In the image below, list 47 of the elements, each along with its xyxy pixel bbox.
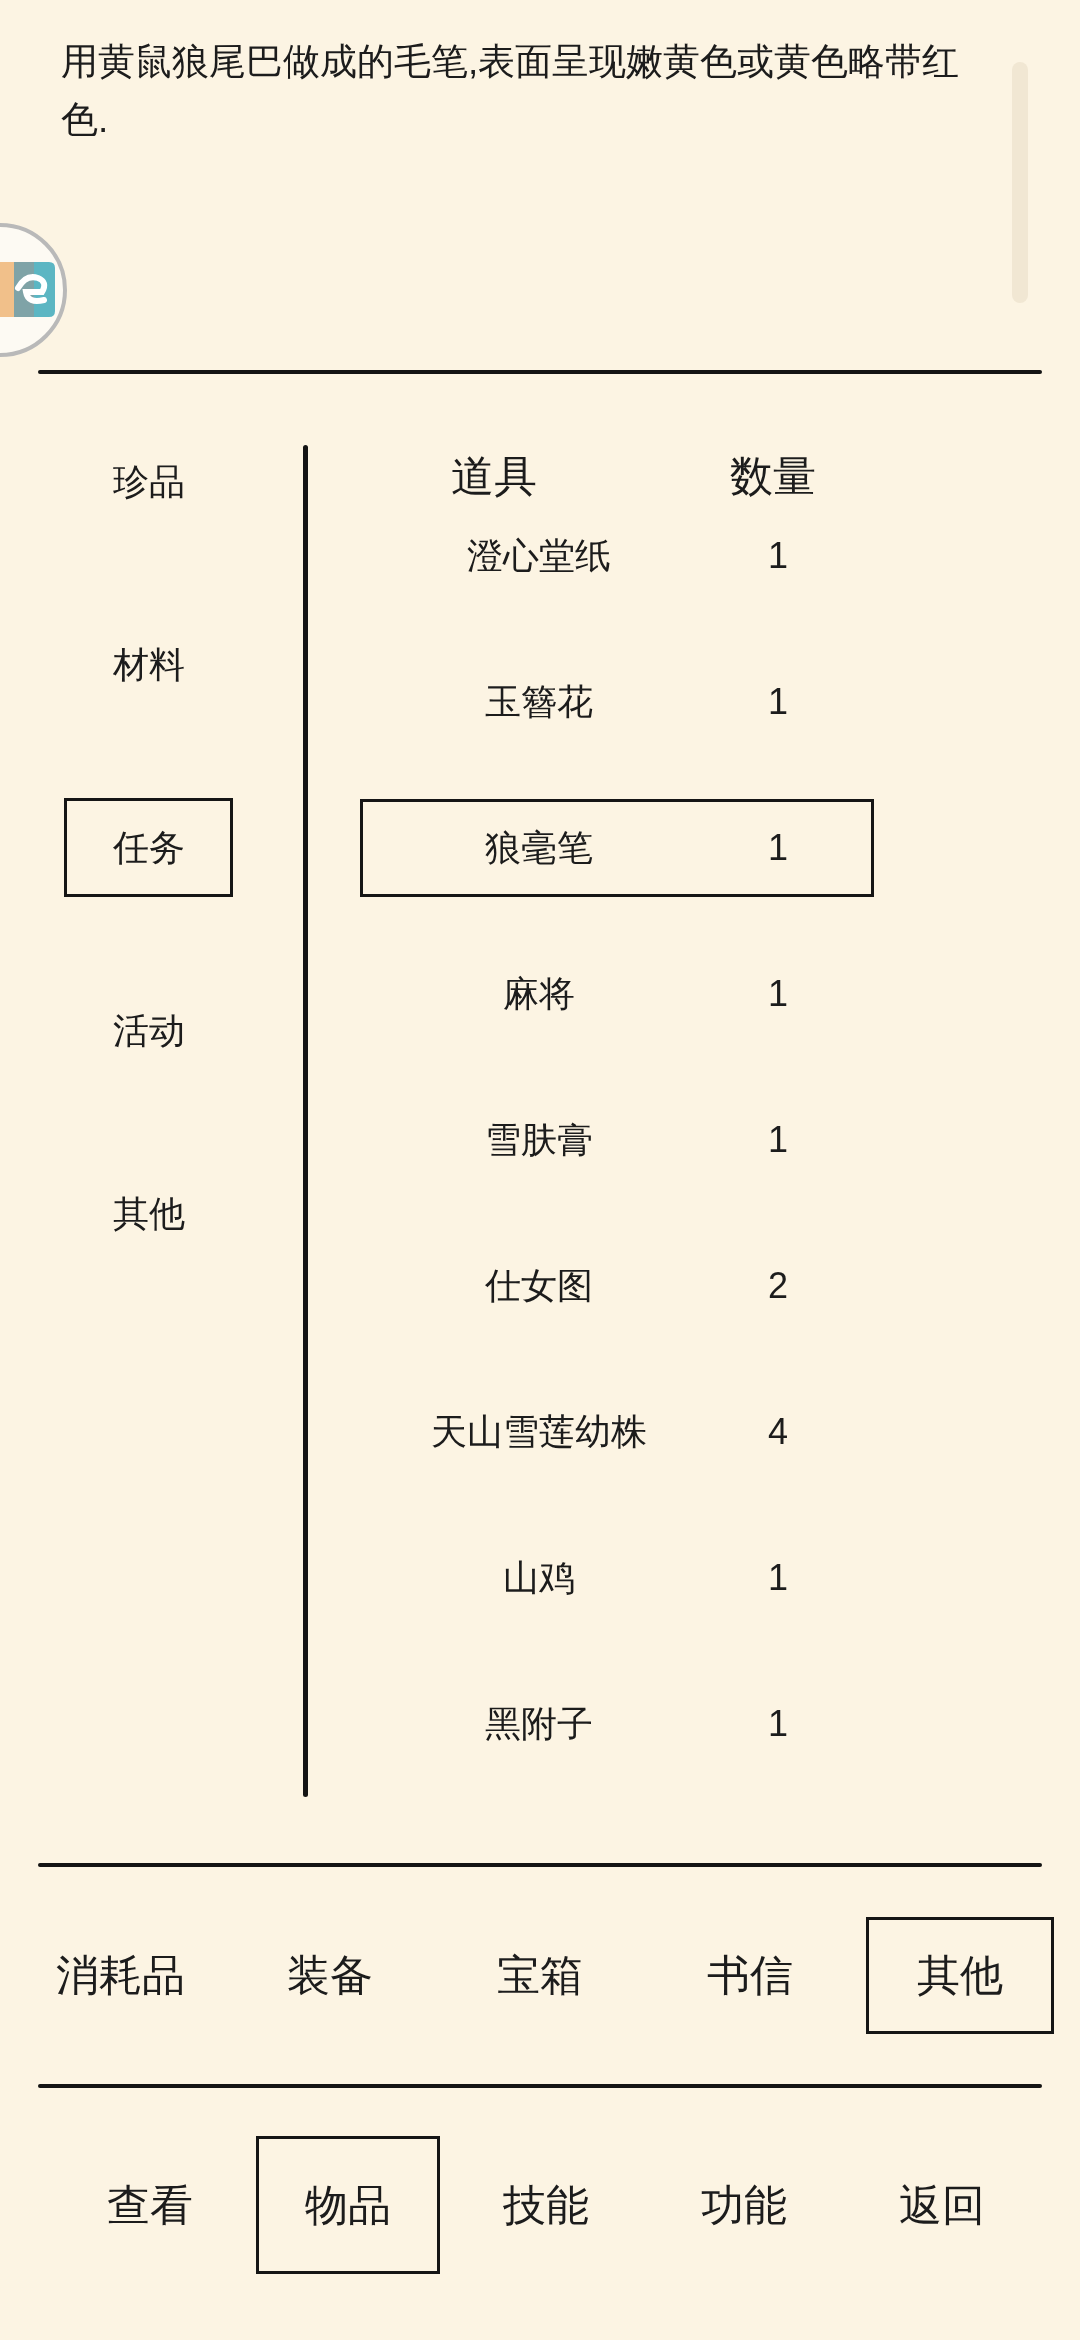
item-row[interactable]: 仕女图 2: [360, 1237, 874, 1335]
item-type-tab[interactable]: 消耗品: [26, 1917, 214, 2034]
nav-tab[interactable]: 功能: [652, 2136, 836, 2274]
item-quantity: 1: [768, 826, 788, 870]
item-name: 山鸡: [503, 1556, 575, 1600]
item-name: 雪肤膏: [485, 1118, 593, 1162]
item-quantity: 1: [768, 534, 788, 578]
nav-tab[interactable]: 查看: [58, 2136, 242, 2274]
item-row[interactable]: 天山雪莲幼株 4: [360, 1383, 874, 1481]
floating-button[interactable]: [0, 222, 68, 358]
item-name: 玉簪花: [485, 680, 593, 724]
item-name: 黑附子: [485, 1702, 593, 1746]
item-type-tab[interactable]: 其他: [866, 1917, 1054, 2034]
sidebar-tab[interactable]: 珍品: [64, 432, 233, 531]
column-header: 道具: [451, 451, 537, 501]
sidebar-tab[interactable]: 任务: [64, 798, 233, 897]
item-type-tab[interactable]: 宝箱: [446, 1917, 634, 2034]
nav-tab[interactable]: 技能: [454, 2136, 638, 2274]
item-quantity: 1: [768, 680, 788, 724]
item-name: 澄心堂纸: [467, 534, 611, 578]
item-name: 天山雪莲幼株: [431, 1410, 647, 1454]
sidebar-tab[interactable]: 材料: [64, 615, 233, 714]
item-row[interactable]: 山鸡 1: [360, 1529, 874, 1627]
item-quantity: 1: [768, 972, 788, 1016]
item-row[interactable]: 澄心堂纸 1: [360, 507, 874, 605]
item-name: 狼毫笔: [485, 826, 593, 870]
item-description: 用黄鼠狼尾巴做成的毛笔,表面呈现嫩黄色或黄色略带红色.: [61, 40, 961, 142]
item-type-tab[interactable]: 装备: [236, 1917, 424, 2034]
item-quantity: 2: [768, 1264, 788, 1308]
item-name: 仕女图: [485, 1264, 593, 1308]
item-row[interactable]: 狼毫笔 1: [360, 799, 874, 897]
item-name: 麻将: [503, 972, 575, 1016]
item-row[interactable]: 麻将 1: [360, 945, 874, 1043]
sidebar-tab[interactable]: 活动: [64, 981, 233, 1080]
item-row[interactable]: 雪肤膏 1: [360, 1091, 874, 1189]
logo-icon: [0, 262, 55, 317]
nav-tab[interactable]: 物品: [256, 2136, 440, 2274]
item-type-tab[interactable]: 书信: [656, 1917, 844, 2034]
item-row[interactable]: 玉簪花 1: [360, 653, 874, 751]
item-quantity: 1: [768, 1118, 788, 1162]
item-quantity: 1: [768, 1702, 788, 1746]
item-quantity: 1: [768, 1556, 788, 1600]
nav-tab[interactable]: 返回: [850, 2136, 1034, 2274]
item-quantity: 4: [768, 1410, 788, 1454]
item-row[interactable]: 黑附子 1: [360, 1675, 874, 1773]
column-header: 数量: [730, 451, 816, 501]
sidebar-tab[interactable]: 其他: [64, 1164, 233, 1263]
